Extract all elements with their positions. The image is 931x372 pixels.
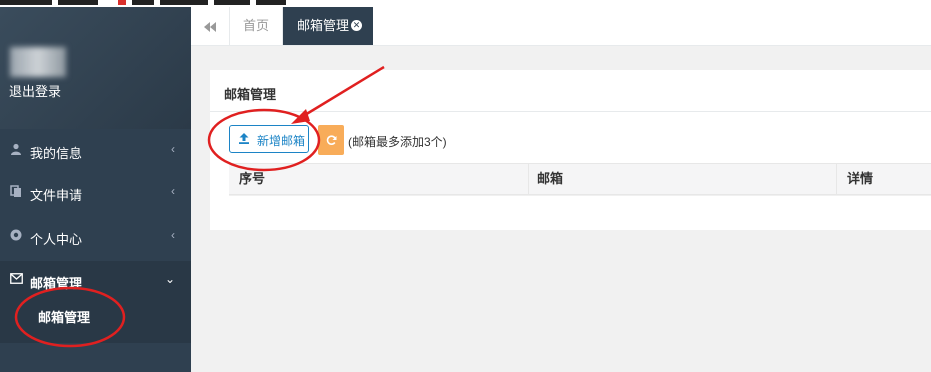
refresh-icon	[326, 132, 337, 147]
chrome-icon	[9, 229, 23, 243]
tab-label: 邮箱管理	[297, 18, 350, 33]
add-button-label: 新增邮箱	[257, 134, 306, 148]
sidebar-item-label: 我的信息	[30, 146, 83, 161]
profile-area: 退出登录	[0, 7, 191, 129]
sidebar-item-my-info[interactable]: 我的信息 ‹	[0, 131, 191, 171]
tab-mailbox[interactable]: 邮箱管理 ✕	[283, 7, 373, 45]
mailbox-panel: 邮箱管理 新增邮箱 (邮箱最多添加3个) 序号 邮箱 详情	[210, 70, 931, 230]
sidebar-item-mailbox[interactable]: 邮箱管理 ⌄	[0, 261, 191, 301]
double-chevron-left-icon[interactable]	[191, 7, 230, 45]
add-mailbox-button[interactable]: 新增邮箱	[229, 125, 309, 153]
table-body	[229, 195, 931, 196]
sidebar-item-personal-center[interactable]: 个人中心 ‹	[0, 217, 191, 257]
chevron-left-icon: ‹	[171, 184, 175, 198]
panel-title: 邮箱管理	[224, 87, 277, 102]
avatar	[10, 47, 66, 77]
sidebar: 退出登录 我的信息 ‹ 文件申请 ‹ 个人中心 ‹ 邮箱管理 ⌄ 邮箱管理	[0, 7, 191, 372]
divider	[210, 111, 931, 112]
refresh-button[interactable]	[318, 125, 344, 155]
sidebar-item-label: 文件申请	[30, 188, 83, 203]
top-strip	[0, 0, 931, 7]
submenu: 邮箱管理	[0, 297, 191, 343]
column-header-email[interactable]: 邮箱	[529, 164, 837, 194]
column-header-details[interactable]: 详情	[837, 164, 931, 194]
column-header-index[interactable]: 序号	[229, 164, 529, 194]
tab-bar: 首页 邮箱管理 ✕	[191, 7, 931, 46]
sidebar-item-file-apply[interactable]: 文件申请 ‹	[0, 173, 191, 213]
copy-icon	[9, 185, 23, 199]
upload-icon	[239, 133, 249, 147]
sidebar-item-label: 邮箱管理	[30, 276, 83, 291]
submenu-item-mailbox[interactable]: 邮箱管理	[38, 307, 90, 326]
mailbox-limit-hint: (邮箱最多添加3个)	[348, 135, 447, 149]
sidebar-item-label: 个人中心	[30, 232, 83, 247]
envelope-icon	[9, 273, 23, 287]
tab-home[interactable]: 首页	[230, 7, 283, 45]
chevron-left-icon: ‹	[171, 228, 175, 242]
chevron-left-icon: ‹	[171, 142, 175, 156]
user-icon	[9, 143, 23, 157]
table-header: 序号 邮箱 详情	[229, 163, 931, 195]
logout-link[interactable]: 退出登录	[9, 81, 61, 100]
chevron-down-icon: ⌄	[164, 272, 175, 286]
close-icon[interactable]: ✕	[351, 20, 362, 31]
